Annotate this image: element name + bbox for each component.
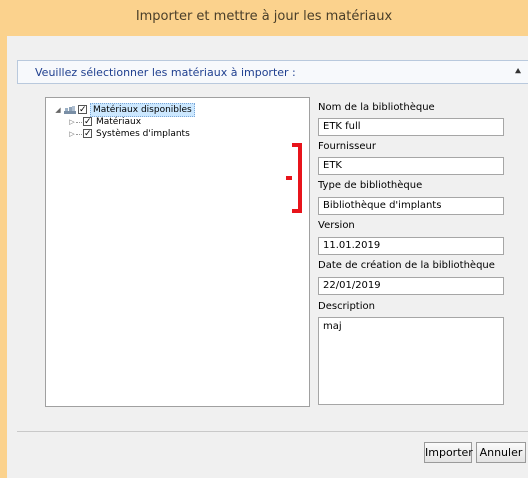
- tree-label-root[interactable]: Matériaux disponibles: [90, 103, 195, 117]
- section-header[interactable]: Veuillez sélectionner les matériaux à im…: [17, 60, 528, 84]
- supplier-label: Fournisseur: [318, 141, 376, 152]
- checkbox-root[interactable]: ✓: [78, 105, 87, 115]
- double-chevron-up-icon[interactable]: ⯅: [511, 65, 525, 79]
- library-name-field[interactable]: ETK full: [318, 118, 504, 136]
- creation-date-field[interactable]: 22/01/2019: [318, 277, 504, 295]
- version-label: Version: [318, 220, 355, 231]
- window-titlebar[interactable]: Importer et mettre à jour les matériaux: [0, 0, 528, 37]
- supplier-field[interactable]: ETK: [318, 157, 504, 175]
- library-type-field[interactable]: Bibliothèque d'implants: [318, 197, 504, 215]
- creation-date-label: Date de création de la bibliothèque: [318, 260, 495, 271]
- red-bracket-annotation: [286, 143, 302, 213]
- section-label: Veuillez sélectionner les matériaux à im…: [35, 66, 296, 79]
- import-button[interactable]: Importer: [424, 442, 473, 463]
- tree-node-materiaux[interactable]: ▷ ✓ Matériaux: [68, 116, 248, 128]
- window-frame: [0, 36, 7, 478]
- library-type-label: Type de bibliothèque: [318, 180, 423, 191]
- expand-arrow-icon[interactable]: ▷: [68, 116, 76, 128]
- tree-node-implants[interactable]: ▷ ✓ Systèmes d'implants: [68, 128, 248, 140]
- checkbox-materiaux[interactable]: ✓: [83, 117, 92, 127]
- checkbox-implants[interactable]: ✓: [83, 129, 92, 139]
- tree-label-implants[interactable]: Systèmes d'implants: [96, 128, 190, 140]
- version-field[interactable]: 11.01.2019: [318, 237, 504, 255]
- cancel-button[interactable]: Annuler: [476, 442, 526, 463]
- materials-tree[interactable]: ◢ ✓ Matériaux disponibles ▷ ✓ Matériaux …: [45, 97, 310, 407]
- description-label: Description: [318, 301, 375, 312]
- tree-connector: [76, 122, 82, 124]
- tree-connector: [76, 134, 82, 136]
- library-icon: [64, 106, 76, 114]
- expand-arrow-icon[interactable]: ▷: [68, 128, 76, 140]
- tree-node-root[interactable]: ◢ ✓ Matériaux disponibles: [54, 103, 254, 117]
- window-title: Importer et mettre à jour les matériaux: [135, 9, 393, 24]
- tree-label-materiaux[interactable]: Matériaux: [96, 116, 141, 128]
- collapse-arrow-icon[interactable]: ◢: [54, 104, 62, 116]
- description-textarea[interactable]: maj: [318, 317, 504, 405]
- red-bracket-tick: [286, 176, 292, 180]
- library-name-label: Nom de la bibliothèque: [318, 102, 435, 113]
- footer-divider: [17, 431, 528, 432]
